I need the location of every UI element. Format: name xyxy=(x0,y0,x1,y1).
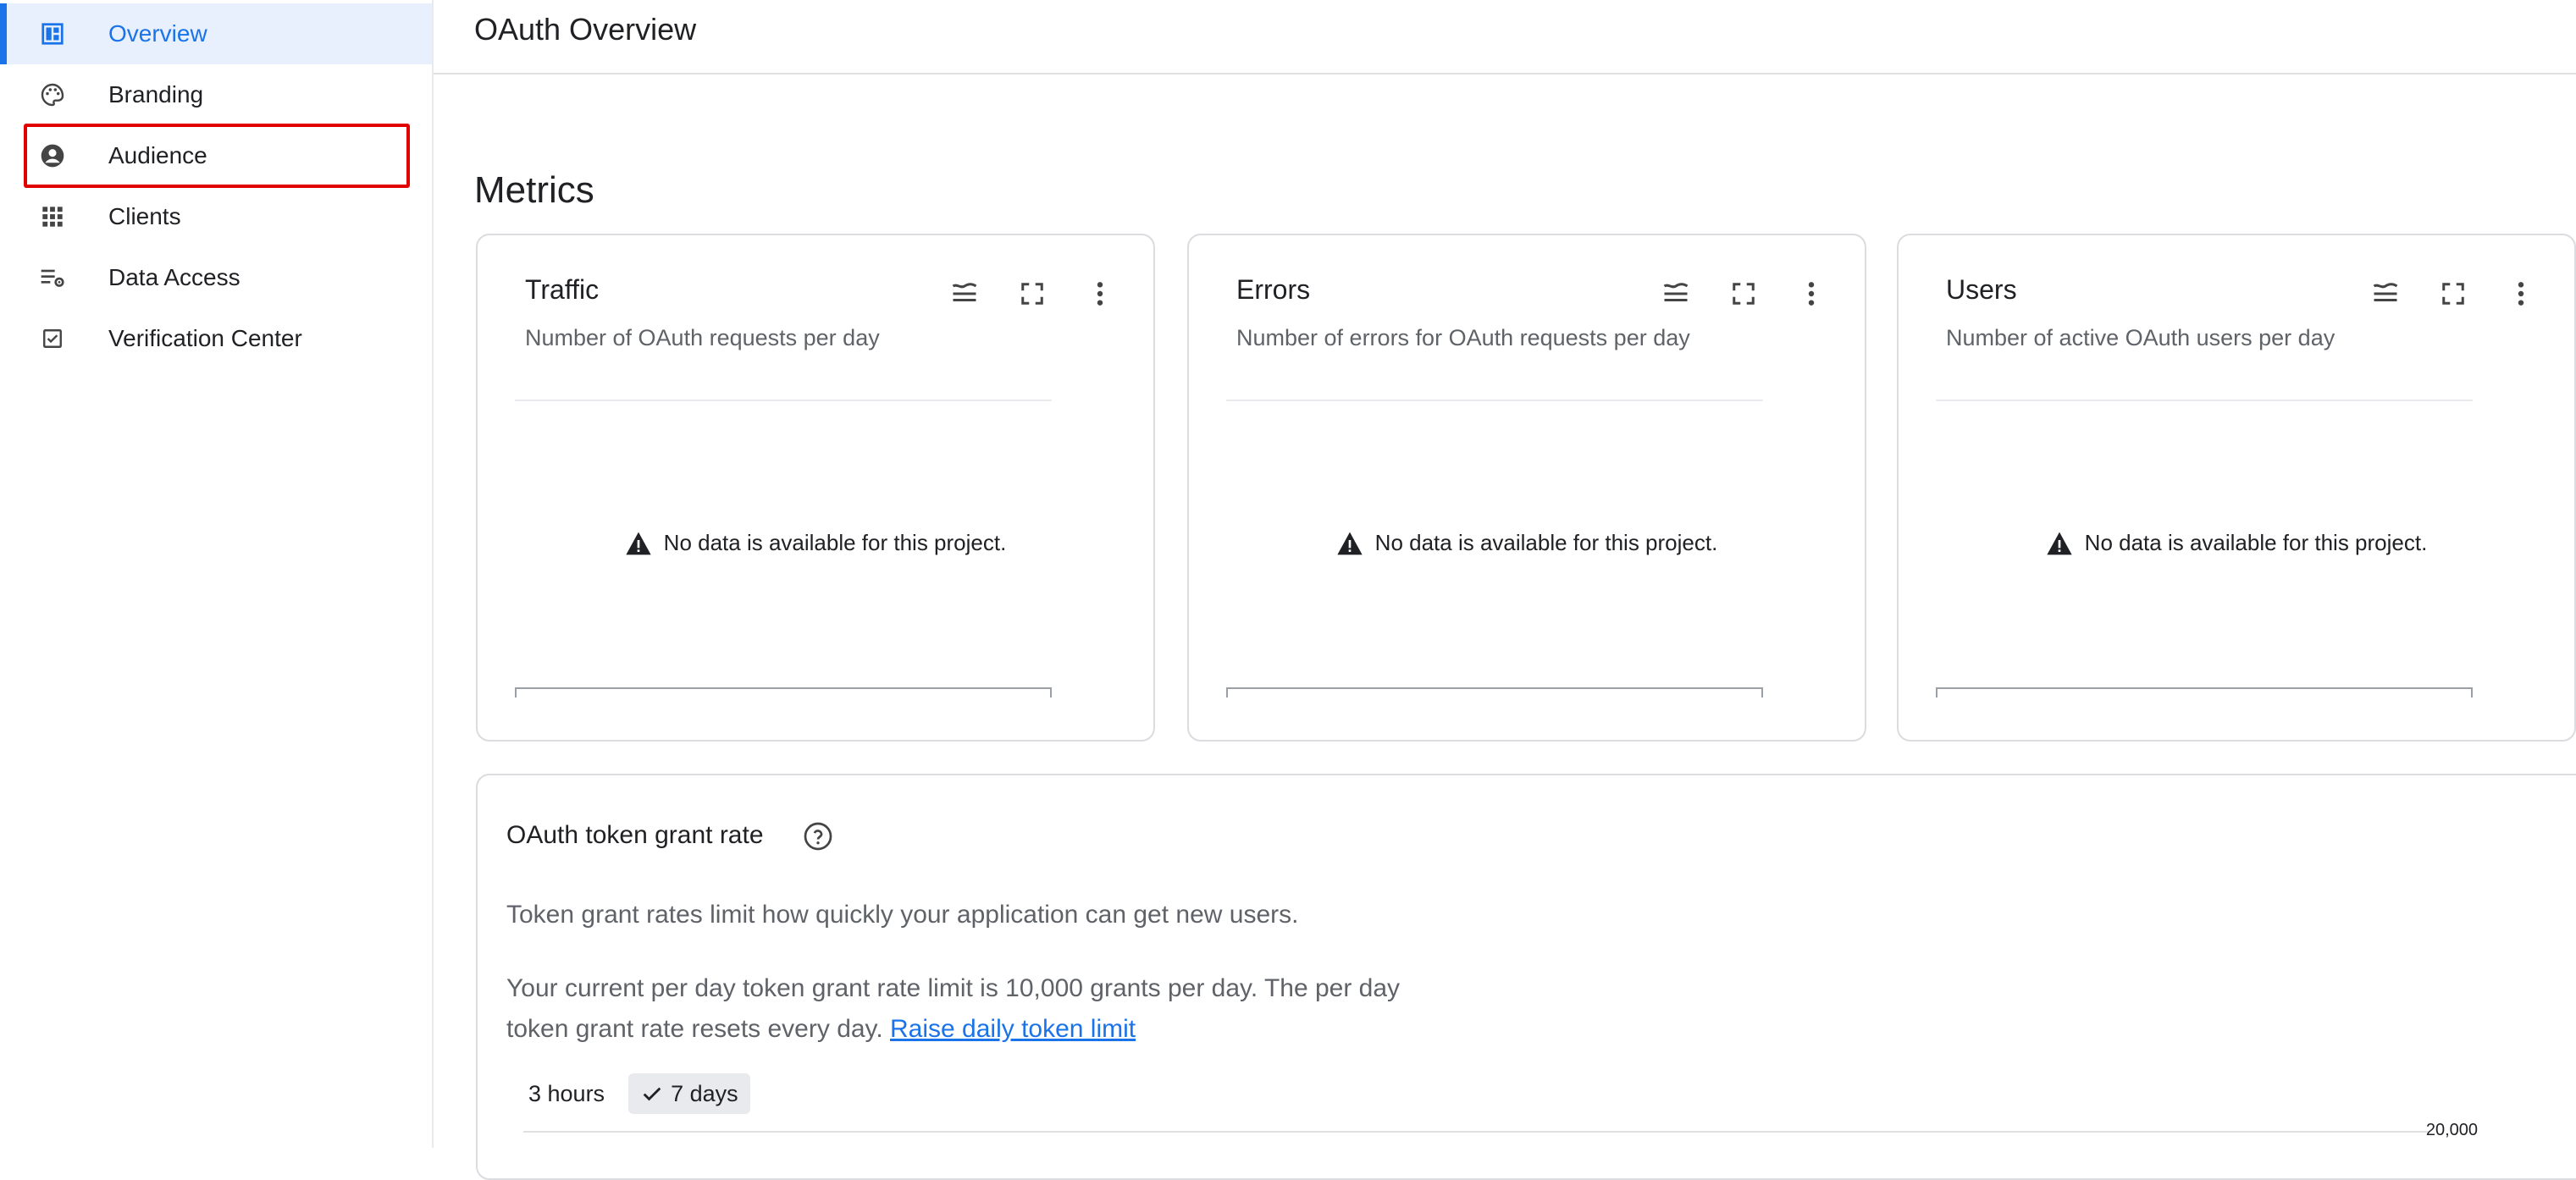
fullscreen-icon[interactable] xyxy=(1013,274,1052,313)
sidebar: Overview Branding Audience Clients Data … xyxy=(0,0,434,1148)
sidebar-item-verification-center[interactable]: Verification Center xyxy=(0,308,432,369)
fullscreen-icon[interactable] xyxy=(2434,274,2473,313)
card-subtitle: Number of errors for OAuth requests per … xyxy=(1236,325,1690,350)
sidebar-item-label: Overview xyxy=(108,20,207,47)
sidebar-item-label: Verification Center xyxy=(108,325,302,351)
sidebar-item-audience[interactable]: Audience xyxy=(0,125,432,186)
sidebar-item-data-access[interactable]: Data Access xyxy=(0,247,432,308)
grant-title: OAuth token grant rate xyxy=(506,821,764,849)
sidebar-item-label: Audience xyxy=(108,142,207,168)
errors-card: Errors Number of errors for OAuth reques… xyxy=(1187,234,1866,742)
chip-label: 3 hours xyxy=(528,1080,605,1106)
more-vert-icon[interactable] xyxy=(1081,274,1119,313)
checkbox-icon xyxy=(39,325,66,352)
chart-axis xyxy=(515,687,1052,698)
no-data-text: No data is available for this project. xyxy=(1374,530,1718,555)
no-data-message: No data is available for this project. xyxy=(1189,530,1865,556)
dashboard-icon xyxy=(39,20,66,47)
card-title: Traffic xyxy=(525,274,600,305)
card-divider xyxy=(1226,400,1763,401)
token-grant-card: OAuth token grant rate Token grant rates… xyxy=(476,774,2576,1180)
no-data-message: No data is available for this project. xyxy=(478,530,1153,556)
legend-toggle-icon[interactable] xyxy=(2366,274,2405,313)
card-divider xyxy=(515,400,1052,401)
card-title: Errors xyxy=(1236,274,1311,305)
page-header: OAuth Overview xyxy=(434,0,2576,74)
page-title: OAuth Overview xyxy=(474,12,697,47)
raise-token-limit-link[interactable]: Raise daily token limit xyxy=(890,1015,1136,1043)
range-chip-7-days[interactable]: 7 days xyxy=(628,1073,750,1114)
no-data-text: No data is available for this project. xyxy=(2084,530,2428,555)
users-card: Users Number of active OAuth users per d… xyxy=(1897,234,2576,742)
card-actions xyxy=(1656,274,1831,313)
apps-grid-icon xyxy=(39,203,66,230)
traffic-card: Traffic Number of OAuth requests per day… xyxy=(476,234,1155,742)
fullscreen-icon[interactable] xyxy=(1724,274,1763,313)
account-circle-icon xyxy=(39,142,66,169)
time-range-selector: 3 hours 7 days xyxy=(517,1073,750,1114)
check-icon xyxy=(643,1087,661,1101)
warning-icon xyxy=(626,532,651,554)
metrics-heading: Metrics xyxy=(474,169,594,211)
sidebar-item-branding[interactable]: Branding xyxy=(0,64,432,125)
sidebar-item-label: Branding xyxy=(108,81,204,108)
legend-toggle-icon[interactable] xyxy=(945,274,984,313)
grant-description: Token grant rates limit how quickly your… xyxy=(506,901,1299,929)
sidebar-item-overview[interactable]: Overview xyxy=(0,3,432,64)
card-actions xyxy=(2366,274,2540,313)
legend-toggle-icon[interactable] xyxy=(1656,274,1695,313)
help-icon[interactable] xyxy=(803,821,833,856)
card-subtitle: Number of OAuth requests per day xyxy=(525,325,880,350)
palette-icon xyxy=(39,81,66,108)
chart-gridline xyxy=(523,1131,2429,1133)
card-subtitle: Number of active OAuth users per day xyxy=(1946,325,2336,350)
more-vert-icon[interactable] xyxy=(2501,274,2540,313)
card-divider xyxy=(1936,400,2473,401)
sidebar-item-label: Data Access xyxy=(108,264,240,290)
warning-icon xyxy=(1337,532,1363,554)
chip-label: 7 days xyxy=(671,1080,738,1106)
range-chip-3-hours[interactable]: 3 hours xyxy=(517,1073,616,1114)
sidebar-item-clients[interactable]: Clients xyxy=(0,186,432,247)
grant-limit-text: Your current per day token grant rate li… xyxy=(506,968,1404,1050)
y-axis-tick: 20,000 xyxy=(2425,1121,2478,1139)
card-actions xyxy=(945,274,1119,313)
no-data-text: No data is available for this project. xyxy=(663,530,1007,555)
chart-axis xyxy=(1936,687,2473,698)
sidebar-item-label: Clients xyxy=(108,203,181,229)
no-data-message: No data is available for this project. xyxy=(1899,530,2574,556)
more-vert-icon[interactable] xyxy=(1792,274,1831,313)
list-settings-icon xyxy=(39,264,66,291)
chart-axis xyxy=(1226,687,1763,698)
warning-icon xyxy=(2047,532,2072,554)
card-title: Users xyxy=(1946,274,2017,305)
